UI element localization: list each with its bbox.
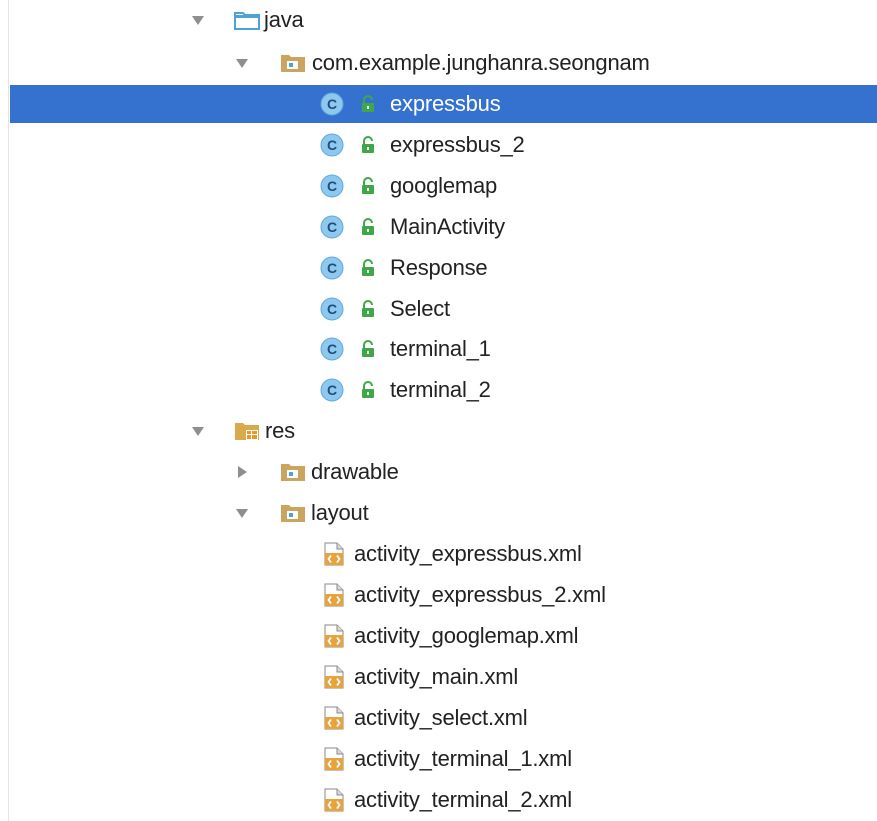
tree-node-xml-file[interactable]: activity_terminal_1.xml [0,740,877,778]
tree-node-label: Select [390,296,450,321]
tree-node-label: Response [390,255,488,280]
tree-node-label: activity_terminal_1.xml [354,746,572,771]
tree-node-label: activity_select.xml [354,705,528,730]
class-icon [320,215,344,239]
xml-file-icon [322,624,346,648]
class-icon [320,174,344,198]
tree-node-label: activity_main.xml [354,664,519,689]
tree-node-class[interactable]: terminal_2 [0,371,877,409]
folder-icon [280,462,306,482]
tree-node-class-selected[interactable]: expressbus [10,85,877,123]
public-lock-icon [360,340,376,358]
public-lock-icon [360,300,376,318]
tree-node-xml-file[interactable]: activity_terminal_2.xml [0,781,877,819]
tree-node-xml-file[interactable]: activity_expressbus.xml [0,535,877,573]
tree-node-label: activity_terminal_2.xml [354,787,572,812]
public-lock-icon [360,381,376,399]
xml-file-icon [322,665,346,689]
tree-node-xml-file[interactable]: activity_select.xml [0,699,877,737]
xml-file-icon [322,706,346,730]
tree-node-xml-file[interactable]: activity_expressbus_2.xml [0,576,877,614]
tree-node-class[interactable]: Select [0,290,877,328]
expand-arrow-down-icon[interactable] [234,505,250,521]
xml-file-icon [322,747,346,771]
class-icon [320,378,344,402]
tree-node-java[interactable]: java [0,1,877,39]
tree-node-class[interactable]: MainActivity [0,208,877,246]
xml-file-icon [322,583,346,607]
tree-node-label: layout [311,500,369,525]
resource-folder-icon [234,421,260,441]
tree-node-label: expressbus [390,91,501,116]
tree-left-border [8,0,9,821]
tree-node-label: activity_expressbus.xml [354,541,582,566]
tree-node-xml-file[interactable]: activity_googlemap.xml [0,617,877,655]
tree-node-class[interactable]: Response [0,249,877,287]
expand-arrow-right-icon[interactable] [234,464,250,480]
public-lock-icon [360,95,376,113]
xml-file-icon [322,788,346,812]
tree-node-label: MainActivity [390,214,505,239]
xml-file-icon [322,542,346,566]
tree-node-label: terminal_2 [390,377,491,402]
folder-icon [280,503,306,523]
tree-node-res[interactable]: res [0,412,877,450]
expand-arrow-down-icon[interactable] [234,55,250,71]
tree-node-drawable[interactable]: drawable [0,453,877,491]
tree-node-label: activity_expressbus_2.xml [354,582,606,607]
tree-node-label: activity_googlemap.xml [354,623,579,648]
class-icon [320,92,344,116]
tree-node-package[interactable]: com.example.junghanra.seongnam [0,44,877,82]
project-tree: java com.example.junghanra.seongnam expr… [0,0,877,821]
class-icon [320,256,344,280]
tree-node-label: drawable [311,459,399,484]
tree-node-label: expressbus_2 [390,132,525,157]
tree-node-class[interactable]: expressbus_2 [0,126,877,164]
tree-node-class[interactable]: googlemap [0,167,877,205]
tree-node-class[interactable]: terminal_1 [0,330,877,368]
class-icon [320,337,344,361]
public-lock-icon [360,136,376,154]
tree-node-layout[interactable]: layout [0,494,877,532]
package-folder-icon [280,53,306,73]
expand-arrow-down-icon[interactable] [190,12,206,28]
public-lock-icon [360,218,376,236]
expand-arrow-down-icon[interactable] [190,423,206,439]
public-lock-icon [360,177,376,195]
tree-node-label: googlemap [390,173,498,198]
tree-node-label: com.example.junghanra.seongnam [312,50,650,75]
tree-node-label: java [264,7,304,32]
public-lock-icon [360,259,376,277]
class-icon [320,133,344,157]
class-icon [320,297,344,321]
folder-icon [234,10,260,30]
tree-node-xml-file[interactable]: activity_main.xml [0,658,877,696]
tree-node-label: terminal_1 [390,336,491,361]
tree-node-label: res [265,418,295,443]
